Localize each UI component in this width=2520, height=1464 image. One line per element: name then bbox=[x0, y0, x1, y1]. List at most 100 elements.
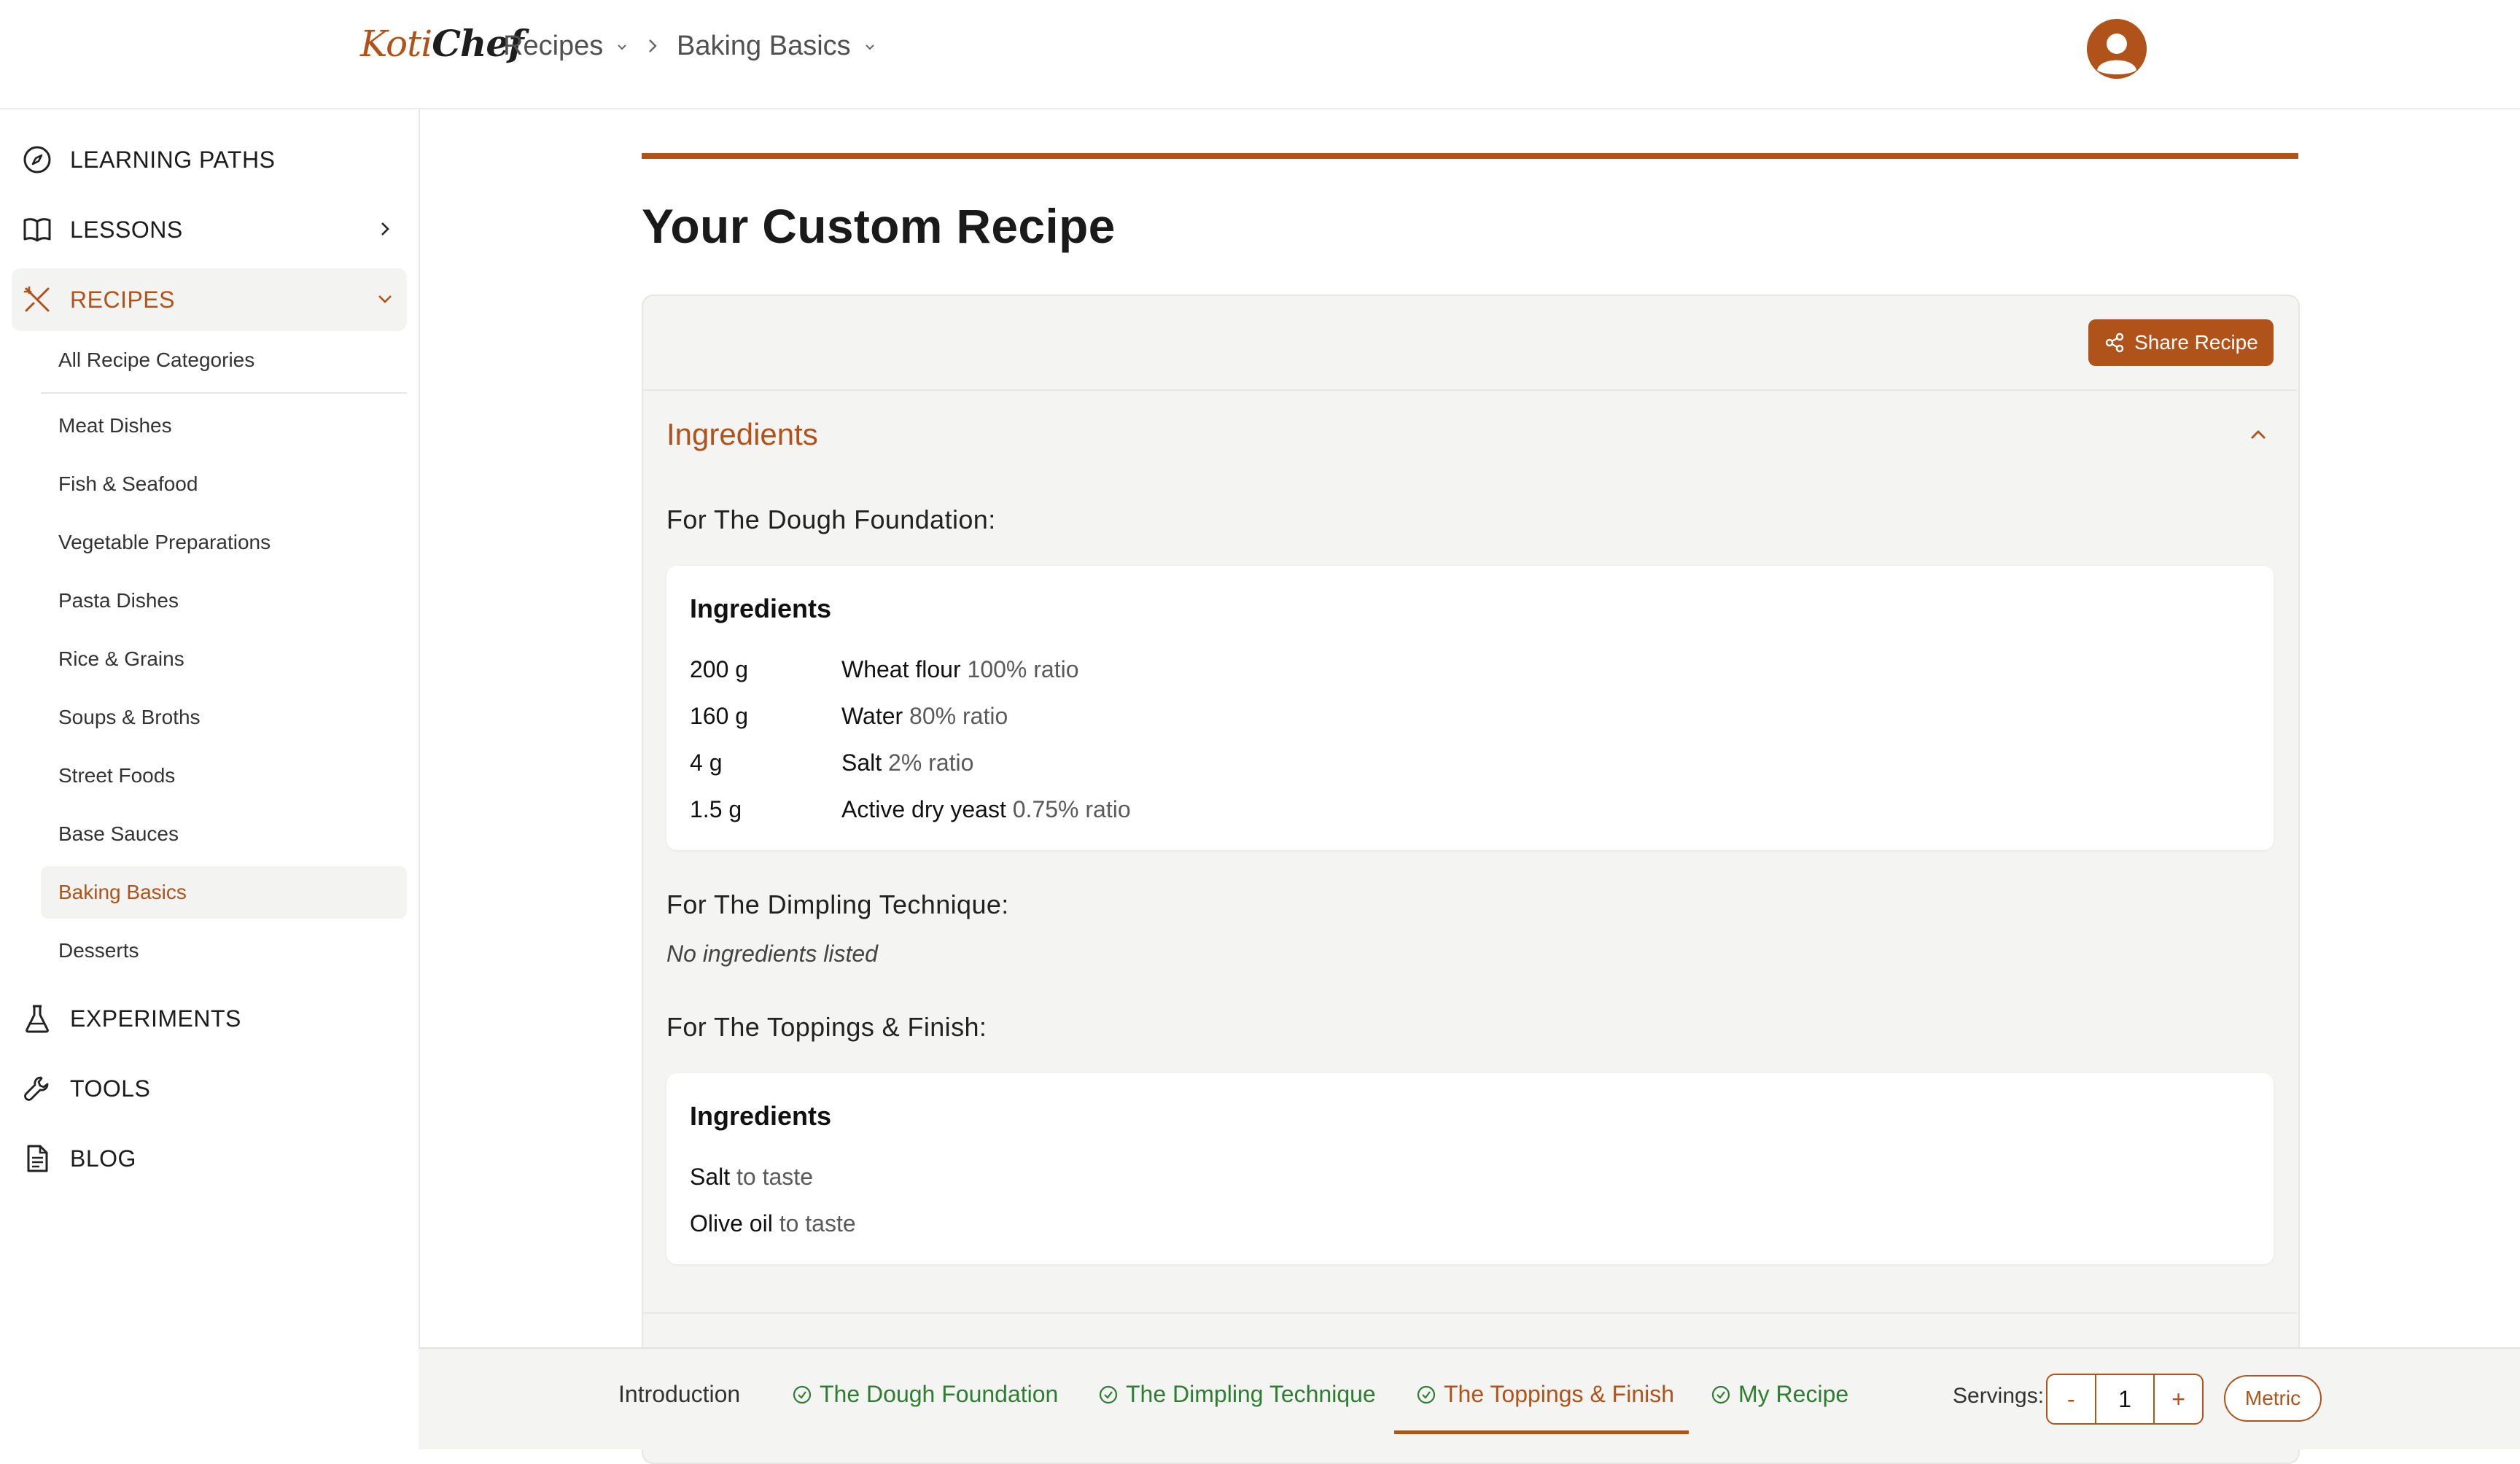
ingredient-name: Salt bbox=[690, 1164, 731, 1190]
category-all-recipe-categories[interactable]: All Recipe Categories bbox=[41, 334, 407, 386]
no-ingredients-text: No ingredients listed bbox=[666, 941, 878, 967]
category-label: Rice & Grains bbox=[58, 647, 184, 670]
check-circle-icon bbox=[1099, 1385, 1118, 1403]
tab-dough-foundation[interactable]: The Dough Foundation bbox=[792, 1381, 1058, 1408]
card-title: Ingredients bbox=[690, 593, 832, 623]
servings-decrement-button[interactable]: - bbox=[2048, 1375, 2095, 1423]
sidebar-item-recipes[interactable]: RECIPES bbox=[12, 268, 407, 331]
category-soups-broths[interactable]: Soups & Broths bbox=[41, 691, 407, 744]
title-accent-line bbox=[642, 153, 2298, 159]
section-heading-dough: For The Dough Foundation: bbox=[666, 505, 996, 534]
chevron-down-icon bbox=[378, 295, 392, 303]
tab-label: Introduction bbox=[618, 1381, 741, 1407]
utensils-icon bbox=[23, 286, 50, 312]
logo-text-koti: Koti bbox=[360, 23, 432, 65]
tab-label: The Dimpling Technique bbox=[1126, 1381, 1376, 1407]
ingredient-row: Olive oil to taste bbox=[690, 1210, 856, 1237]
section-heading-toppings: For The Toppings & Finish: bbox=[666, 1012, 987, 1042]
category-rice-grains[interactable]: Rice & Grains bbox=[41, 633, 407, 685]
category-label: Meat Dishes bbox=[58, 414, 172, 437]
ingredients-panel bbox=[642, 295, 2300, 1464]
category-desserts[interactable]: Desserts bbox=[41, 924, 407, 977]
sidebar-item-label: RECIPES bbox=[70, 286, 175, 313]
chevron-right-icon bbox=[381, 222, 389, 235]
servings-label: Servings: bbox=[1953, 1384, 2045, 1408]
category-label: Street Foods bbox=[58, 764, 176, 787]
tab-dimpling-technique[interactable]: The Dimpling Technique bbox=[1098, 1381, 1376, 1408]
panel-divider bbox=[643, 1312, 2297, 1314]
chevron-right-icon bbox=[649, 39, 657, 52]
user-avatar[interactable] bbox=[2087, 19, 2147, 79]
tab-my-recipe[interactable]: My Recipe bbox=[1711, 1381, 1848, 1408]
ingredient-note: to taste bbox=[779, 1210, 856, 1237]
category-label: Desserts bbox=[58, 939, 139, 962]
ingredient-note: 0.75% ratio bbox=[1012, 796, 1131, 822]
category-label: Pasta Dishes bbox=[58, 589, 179, 612]
active-tab-underline bbox=[1394, 1430, 1689, 1434]
flask-icon bbox=[26, 1005, 49, 1033]
card-title: Ingredients bbox=[690, 1101, 832, 1131]
category-street-foods[interactable]: Street Foods bbox=[41, 749, 407, 802]
panel-divider bbox=[643, 389, 2297, 391]
ingredient-name: Olive oil bbox=[690, 1210, 773, 1237]
category-vegetable-preparations[interactable]: Vegetable Preparations bbox=[41, 516, 407, 569]
ingredient-qty: 200 g bbox=[690, 656, 749, 682]
tab-label: The Dough Foundation bbox=[820, 1381, 1059, 1407]
sidebar-item-label: TOOLS bbox=[70, 1075, 151, 1102]
check-circle-icon bbox=[793, 1385, 812, 1403]
breadcrumb-recipes-label: Recipes bbox=[503, 31, 604, 61]
tab-introduction[interactable]: Introduction bbox=[618, 1381, 740, 1408]
servings-value[interactable]: 1 bbox=[2094, 1375, 2155, 1423]
unit-toggle-button[interactable]: Metric bbox=[2224, 1375, 2322, 1422]
category-base-sauces[interactable]: Base Sauces bbox=[41, 808, 407, 860]
sidebar-item-blog[interactable]: BLOG bbox=[12, 1127, 407, 1190]
category-label: Soups & Broths bbox=[58, 706, 201, 728]
ingredient-note: 100% ratio bbox=[967, 656, 1079, 682]
share-icon bbox=[2105, 332, 2124, 353]
sidebar-item-label: EXPERIMENTS bbox=[70, 1005, 241, 1032]
chevron-up-icon[interactable] bbox=[2246, 423, 2271, 448]
servings-increment-button[interactable]: + bbox=[2155, 1375, 2202, 1423]
sidebar-item-tools[interactable]: TOOLS bbox=[12, 1057, 407, 1120]
category-label: Baking Basics bbox=[58, 881, 187, 903]
document-icon bbox=[27, 1145, 48, 1172]
chevron-down-icon bbox=[618, 44, 627, 50]
category-meat-dishes[interactable]: Meat Dishes bbox=[41, 400, 407, 452]
tab-label: The Toppings & Finish bbox=[1444, 1381, 1675, 1407]
page-title: Your Custom Recipe bbox=[642, 199, 1116, 253]
category-pasta-dishes[interactable]: Pasta Dishes bbox=[41, 575, 407, 627]
ingredient-note: to taste bbox=[736, 1164, 813, 1190]
category-label: Vegetable Preparations bbox=[58, 531, 271, 553]
ingredients-card-dough: Ingredients 200 g Wheat flour 100% ratio… bbox=[666, 566, 2274, 850]
ingredient-note: 80% ratio bbox=[909, 703, 1008, 729]
kotichef-logo[interactable]: KotiChef bbox=[360, 22, 524, 65]
category-label: Fish & Seafood bbox=[58, 472, 198, 495]
sidebar-item-lessons[interactable]: LESSONS bbox=[12, 198, 407, 261]
ingredient-qty: 1.5 g bbox=[690, 796, 742, 822]
user-icon bbox=[2087, 19, 2147, 79]
check-circle-icon bbox=[1711, 1385, 1730, 1403]
servings-stepper: - 1 + bbox=[2046, 1374, 2204, 1425]
share-recipe-button[interactable]: Share Recipe bbox=[2088, 319, 2274, 366]
ingredients-accordion-title[interactable]: Ingredients bbox=[666, 417, 818, 452]
tab-toppings-finish[interactable]: The Toppings & Finish bbox=[1416, 1381, 1674, 1408]
sidebar-item-experiments[interactable]: EXPERIMENTS bbox=[12, 987, 407, 1050]
sidebar: LEARNING PATHS LESSONS RECIPES All Recip… bbox=[0, 109, 420, 1448]
breadcrumb-recipes[interactable]: Recipes bbox=[503, 31, 629, 62]
section-heading-dimpling: For The Dimpling Technique: bbox=[666, 889, 1009, 919]
ingredient-qty: 4 g bbox=[690, 749, 723, 776]
sidebar-item-label: LESSONS bbox=[70, 216, 183, 243]
category-fish-seafood[interactable]: Fish & Seafood bbox=[41, 458, 407, 510]
ingredient-name: Active dry yeast bbox=[841, 796, 1006, 822]
breadcrumb-baking-basics[interactable]: Baking Basics bbox=[677, 31, 877, 62]
check-circle-icon bbox=[1417, 1385, 1436, 1403]
sidebar-item-label: LEARNING PATHS bbox=[70, 146, 276, 173]
ingredient-row: Salt to taste bbox=[690, 1164, 813, 1191]
category-label: All Recipe Categories bbox=[58, 349, 255, 371]
sidebar-item-label: BLOG bbox=[70, 1145, 136, 1172]
ingredient-name: Salt bbox=[841, 749, 882, 776]
sidebar-item-learning-paths[interactable]: LEARNING PATHS bbox=[12, 128, 407, 191]
ingredients-card-toppings: Ingredients Salt to taste Olive oil to t… bbox=[666, 1073, 2274, 1264]
ingredient-name: Wheat flour bbox=[841, 656, 961, 682]
category-baking-basics[interactable]: Baking Basics bbox=[41, 866, 407, 919]
